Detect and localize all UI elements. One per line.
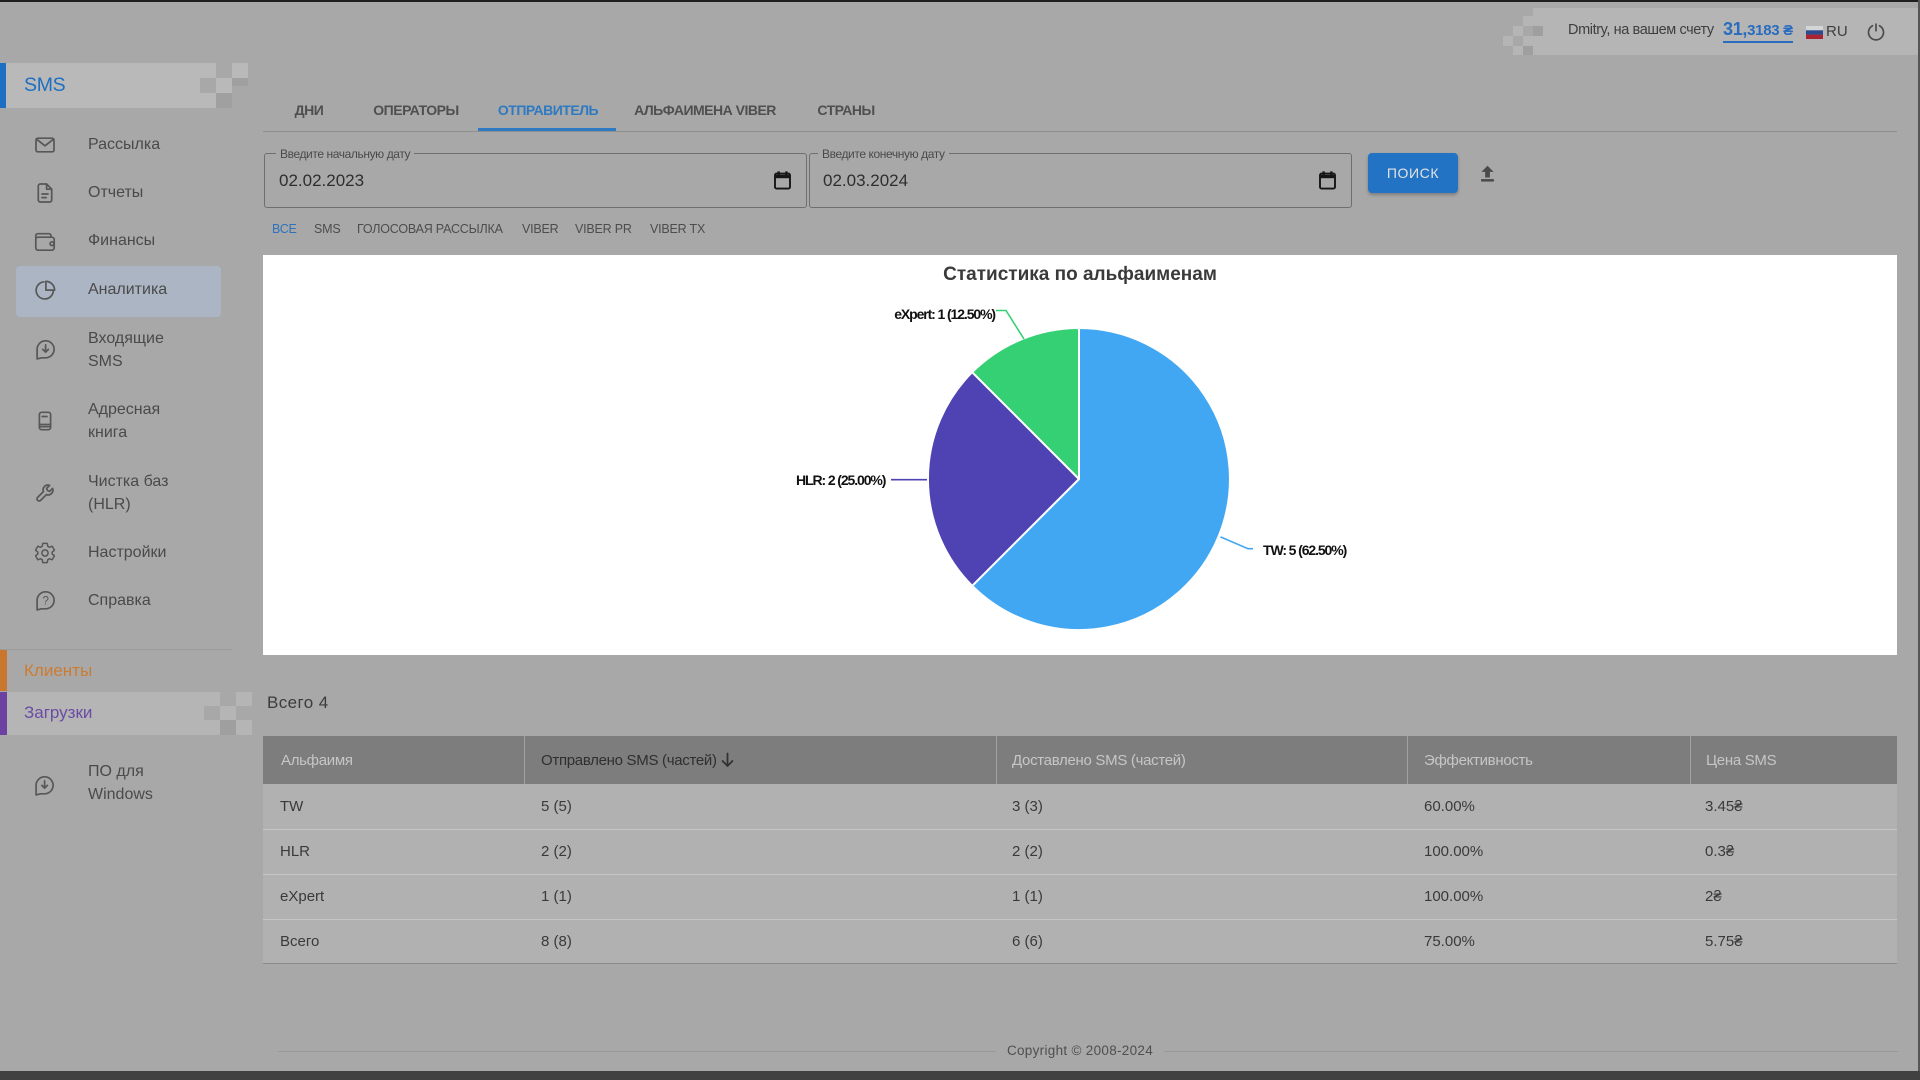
svg-text:?: ? [42,595,48,607]
